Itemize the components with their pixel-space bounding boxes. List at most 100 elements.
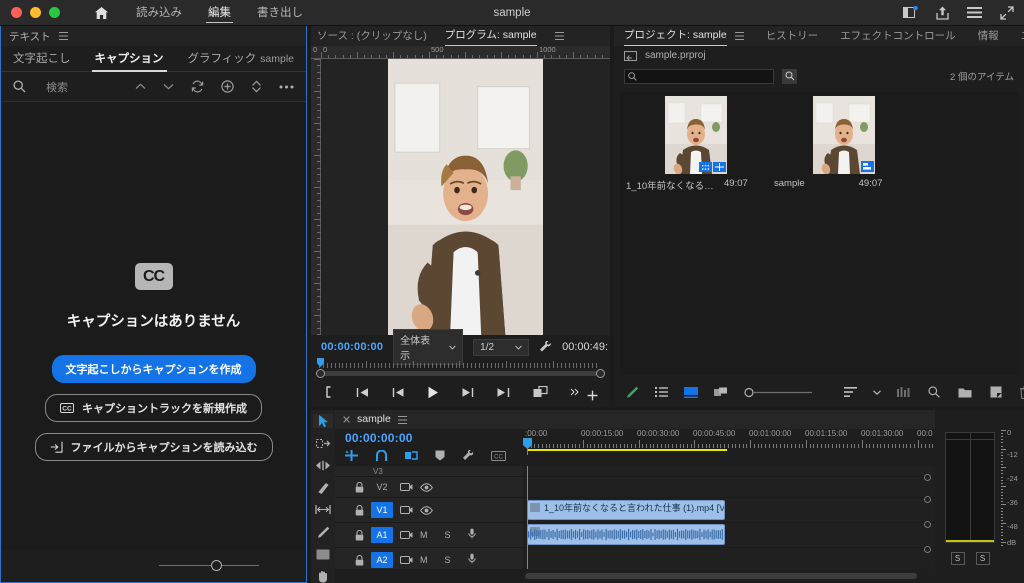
track-target-V2[interactable]: V2	[371, 479, 393, 495]
monitor-zoom-select[interactable]: 1/2	[473, 338, 530, 356]
track-voiceover-icon[interactable]	[467, 553, 476, 564]
track-lane-V2[interactable]	[523, 477, 935, 498]
search-input[interactable]: 検索	[46, 79, 68, 95]
new-item-icon[interactable]	[990, 386, 1002, 398]
pen-tool[interactable]	[313, 526, 333, 539]
monitor-duration-timecode[interactable]: 00:00:49:	[562, 341, 608, 353]
track-height-handle[interactable]	[924, 496, 931, 503]
sort-icon[interactable]	[251, 80, 262, 93]
solo-button-left[interactable]: S	[950, 552, 965, 565]
track-header-A2[interactable]: A2 M S	[335, 548, 523, 569]
pen-icon[interactable]	[626, 386, 639, 399]
home-icon[interactable]	[90, 2, 112, 24]
bin-item-clip[interactable]: 1_10年前なくなると言われ… 49:07	[626, 96, 766, 192]
track-height-handle[interactable]	[924, 474, 931, 481]
timeline-panel-menu-icon[interactable]	[397, 415, 407, 424]
track-target-V1[interactable]: V1	[371, 502, 393, 518]
track-voiceover-icon[interactable]	[467, 528, 476, 539]
settings-icon[interactable]	[462, 449, 474, 462]
step-forward-icon[interactable]	[461, 387, 474, 398]
monitor-panel-menu-icon[interactable]	[554, 32, 564, 40]
timeline-ruler[interactable]: :00:00 00:00:15:00 00:00:30:00 00:00:45:00 0…	[523, 429, 935, 455]
tab-info[interactable]: 情報	[978, 27, 999, 46]
tab-captions[interactable]: キャプション	[91, 46, 167, 72]
play-icon[interactable]	[427, 386, 439, 399]
bin-item-thumbnail[interactable]	[813, 96, 875, 174]
snap-icon[interactable]	[375, 450, 388, 461]
track-sync-icon[interactable]	[400, 482, 413, 492]
track-lock-icon[interactable]	[355, 529, 364, 541]
tab-transcript[interactable]: 文字起こし	[13, 46, 71, 72]
program-monitor-stage[interactable]	[321, 59, 610, 335]
ripple-edit-tool[interactable]	[313, 459, 333, 472]
project-bin[interactable]: 1_10年前なくなると言われ… 49:07	[620, 92, 1018, 375]
maximize-window-button[interactable]	[49, 7, 60, 18]
panel-menu-icon[interactable]	[58, 32, 68, 40]
notification-icon[interactable]	[903, 6, 918, 19]
refresh-icon[interactable]	[191, 80, 204, 93]
track-lane-V3[interactable]	[523, 466, 935, 477]
solo-button-right[interactable]: S	[975, 552, 990, 565]
project-folder-icon[interactable]	[624, 50, 637, 61]
timeline-clip-video[interactable]: 1_10年前なくなると言われた仕事 (1).mp4 [V]	[527, 500, 725, 520]
tab-project[interactable]: プロジェクト: sample	[624, 26, 727, 46]
tab-history[interactable]: ヒストリー	[766, 27, 819, 46]
bin-item-thumbnail[interactable]	[665, 96, 727, 174]
track-select-tool[interactable]	[313, 437, 333, 450]
timeline-sequence-tab[interactable]: sample	[357, 410, 391, 429]
tab-source-monitor[interactable]: ソース : (クリップなし)	[317, 27, 427, 46]
export-frame-icon[interactable]	[533, 386, 548, 398]
monitor-scrubbar[interactable]	[311, 358, 610, 379]
text-panel-tabs[interactable]: 文字起こし キャプション グラフィック sample	[1, 46, 306, 72]
track-header-V1[interactable]: V1	[335, 498, 523, 523]
window-controls[interactable]	[0, 7, 60, 18]
search-icon[interactable]	[13, 80, 26, 93]
freeform-view-icon[interactable]	[714, 387, 728, 398]
monitor-settings-icon[interactable]	[539, 340, 552, 354]
tab-export[interactable]: 書き出し	[257, 0, 303, 26]
tab-program-monitor[interactable]: プログラム: sample	[444, 26, 537, 46]
tab-import[interactable]: 読み込み	[136, 0, 182, 26]
find-icon[interactable]	[928, 386, 940, 398]
track-solo-button[interactable]: S	[445, 555, 451, 565]
nest-icon[interactable]	[345, 450, 358, 461]
track-lane-A1[interactable]	[523, 523, 935, 548]
share-icon[interactable]	[936, 6, 949, 20]
track-mute-button[interactable]: M	[420, 530, 428, 540]
track-height-handle[interactable]	[924, 546, 931, 553]
track-sync-icon[interactable]	[400, 530, 413, 540]
plus-icon[interactable]	[587, 390, 598, 401]
track-lock-icon[interactable]	[355, 481, 364, 493]
razor-tool[interactable]	[313, 481, 333, 495]
automate-icon[interactable]	[897, 387, 910, 397]
step-back-icon[interactable]	[392, 387, 405, 398]
tab-edit[interactable]: 編集	[206, 0, 233, 26]
tab-effect-controls[interactable]: エフェクトコントロール	[840, 27, 956, 46]
track-header-A1[interactable]: A1 M S	[335, 523, 523, 548]
linked-selection-icon[interactable]	[405, 450, 418, 461]
track-lock-icon[interactable]	[355, 504, 364, 516]
chevron-down-icon[interactable]	[873, 389, 881, 395]
bin-item-sequence[interactable]: sample 49:07	[774, 96, 914, 189]
sort-icon[interactable]	[844, 387, 857, 397]
track-target-A1[interactable]: A1	[371, 527, 393, 543]
icon-view-icon[interactable]	[684, 386, 698, 398]
chevron-down-icon[interactable]	[163, 83, 174, 90]
track-target-A2[interactable]: A2	[371, 552, 393, 568]
track-solo-button[interactable]: S	[445, 530, 451, 540]
mark-out-icon[interactable]	[324, 386, 333, 398]
slider-knob[interactable]	[211, 560, 222, 571]
track-visibility-icon[interactable]	[420, 482, 433, 492]
more-icon[interactable]	[570, 388, 579, 396]
more-options-icon[interactable]	[279, 85, 294, 89]
go-to-in-icon[interactable]	[355, 387, 370, 398]
track-lock-icon[interactable]	[355, 554, 364, 566]
menu-icon[interactable]	[967, 7, 982, 18]
rectangle-tool[interactable]	[313, 548, 333, 561]
track-lane-V1[interactable]: 1_10年前なくなると言われた仕事 (1).mp4 [V]	[523, 498, 935, 523]
timeline-clip-audio[interactable]	[527, 524, 725, 545]
new-bin-icon[interactable]	[958, 387, 972, 398]
import-captions-from-file-button[interactable]: ファイルからキャプションを読み込む	[34, 433, 273, 461]
track-sync-icon[interactable]	[400, 555, 413, 565]
tab-graphics[interactable]: グラフィック	[188, 46, 257, 72]
